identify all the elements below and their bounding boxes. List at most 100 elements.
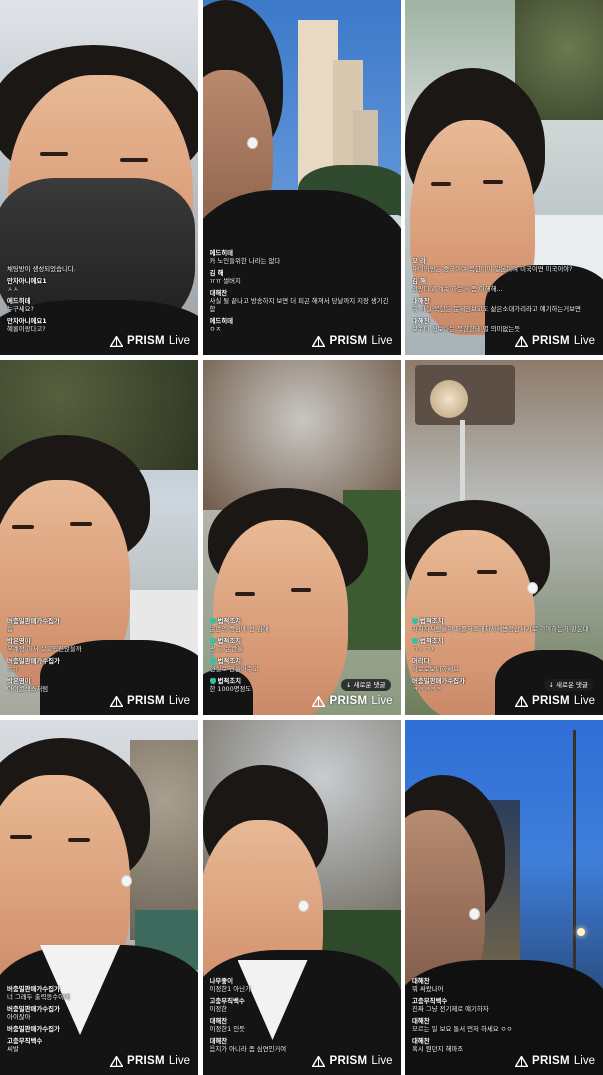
chat-username: 법적조치: [209, 637, 395, 645]
brand-name: PRISM: [126, 695, 165, 707]
new-comments-button[interactable]: ↓ 새로운 댓글: [543, 679, 593, 691]
chat-overlay: 채팅방이 생성되었습니다. 만차아니에요1 ㅅㅅ 에드히데 누구세요? 만차아니…: [7, 265, 192, 333]
chat-username: 대해찬: [412, 1037, 430, 1045]
chat-overlay: 에드히데 카 노인들위한 나라는 없다 김 해 ㅠㅠ 썰버지 대해찬 사실 될 …: [210, 245, 395, 333]
chat-overlay: 버충밀판매가수집가 흠 박은영이 부계정 파서 살고있진않을까 버충밀판매가수집…: [7, 613, 192, 693]
chat-username: 고충무직백수: [7, 1037, 43, 1045]
brand-name: PRISM: [531, 695, 570, 707]
prism-triangle-icon: [109, 335, 123, 347]
prism-live-watermark: PRISM Live: [514, 1055, 595, 1067]
chat-message: 버충밀판매가수집가 ㅠㅠ: [7, 657, 192, 673]
chat-username: 버충밀판매가수집가: [7, 1005, 60, 1013]
prism-live-watermark: PRISM Live: [514, 695, 595, 707]
chat-message: 고충무직백수 진짜 그냥 전기제로 얘기하자: [412, 997, 597, 1013]
arrow-down-icon: ↓: [346, 681, 354, 689]
chat-message: 에드히데 ㅇㅈ: [210, 317, 395, 333]
chat-message: 고충무직백수 이정한: [210, 997, 395, 1013]
chat-message: 대해찬 뭐 사실 북한은 문제인보고도 삶은소대가리라고 얘기하는거보면: [412, 297, 597, 313]
chat-message: 대해찬 혹시 뭔던지 해마조: [412, 1037, 597, 1053]
stream-tile-8[interactable]: 나무좋이 이정한1 아닌가 고충무직백수 이정한 대해찬 이정한1 인듯 대해찬…: [202, 720, 401, 1075]
prism-live-watermark: PRISM Live: [109, 695, 190, 707]
brand-name: PRISM: [329, 1055, 368, 1067]
prism-live-watermark: PRISM Live: [109, 1055, 190, 1067]
prism-triangle-icon: [514, 695, 528, 707]
stream-tile-5[interactable]: 법적조치 논란의 중심에 선 김해 법적조치 광 그 논란들 법적조치 현실로 …: [202, 360, 401, 715]
chat-text: 광 그 논란들: [209, 645, 243, 653]
brand-name: PRISM: [126, 335, 165, 347]
chat-username: 버충밀판매가수집가: [7, 985, 60, 993]
chat-text: 음지가 아니라 좀 심연인거여: [209, 1045, 287, 1053]
chat-text: 보수나 진보나는 북한한테 별 의미없는듯: [412, 325, 521, 333]
chat-text: ㄱㅅㄱㅅ: [412, 645, 436, 653]
chat-message: 고충무직백수 씨발: [7, 1037, 192, 1053]
chat-text: 너 그래두 출력응수이에: [7, 993, 70, 1001]
chat-message: 버충밀판매가수집가: [7, 1025, 192, 1033]
brand-suffix: Live: [371, 695, 393, 707]
chat-text: 혜롱이랑다고?: [7, 325, 46, 333]
chat-message: 법적조치 광 그 논란들: [209, 637, 395, 653]
chat-username: 법적조치: [412, 617, 597, 625]
chat-username: 모 라: [412, 257, 426, 265]
chat-message: 모 라 재미어링은 중국이며 북한이며 일본이며 미국이면 미국이야?: [412, 257, 597, 273]
chat-text: 현실로 만들어주고: [209, 665, 259, 673]
chat-text: 이정한: [209, 1005, 228, 1013]
chat-message: 에드히데 카 노인들위한 나라는 없다: [210, 249, 395, 265]
brand-name: PRISM: [126, 1055, 165, 1067]
new-comments-label: 새로운 댓글: [556, 681, 588, 689]
stream-tile-4[interactable]: 버충밀판매가수집가 흠 박은영이 부계정 파서 살고있진않을까 버충밀판매가수집…: [0, 360, 198, 715]
chat-username: 대해찬: [412, 977, 430, 985]
chat-username: 대해찬: [209, 289, 228, 297]
chat-message: 대해찬 모르는 일 보요 통서 먼저 하세요 ㅇㅇ: [412, 1017, 597, 1033]
chat-overlay: 나무좋이 이정한1 아닌가 고충무직백수 이정한 대해찬 이정한1 인듯 대해찬…: [210, 973, 395, 1053]
chat-username: 에드히데: [7, 297, 31, 305]
prism-live-watermark: PRISM Live: [514, 335, 595, 347]
chat-username: 대해찬: [209, 1017, 228, 1025]
chat-message: 만차아니에요1 혜롱이랑다고?: [7, 317, 192, 333]
brand-name: PRISM: [531, 335, 570, 347]
chat-username-text: 법적조치: [217, 617, 242, 625]
prism-triangle-icon: [109, 1055, 123, 1067]
stream-tile-7[interactable]: 버충밀판매가수집가 너 그래두 출력응수이에 버충밀판매가수집가 아이잖아 버충…: [0, 720, 198, 1075]
chat-message: 대해찬 음지가 아니라 좀 심연인거여: [210, 1037, 395, 1053]
chat-username: 법적조치: [209, 617, 395, 625]
chat-message: 버충밀판매가수집가 아이잖아: [7, 1005, 192, 1021]
chat-message: 버충밀판매가수집가 너 그래두 출력응수이에: [7, 985, 192, 1001]
chat-text: 모르는 일 보요 통서 먼저 하세요 ㅇㅇ: [412, 1025, 513, 1033]
brand-suffix: Live: [573, 695, 595, 707]
chat-message: 대해찬 이정한1 인듯: [210, 1017, 395, 1033]
chat-message: 법적조치 논란의 중심에 선 김해: [209, 617, 395, 633]
chat-username: 법적조치: [412, 637, 597, 645]
prism-triangle-icon: [312, 695, 326, 707]
brand-name: PRISM: [329, 335, 368, 347]
chat-username: 나무좋이: [209, 977, 234, 985]
stream-tile-3[interactable]: 모 라 재미어링은 중국이며 북한이며 일본이며 미국이면 미국이야? 김 해 …: [405, 0, 603, 355]
chat-text: 논란의 중심에 선 김해: [209, 625, 269, 633]
chat-username: 대해찬: [412, 1017, 430, 1025]
new-comments-button[interactable]: ↓ 새로운 댓글: [341, 679, 391, 691]
stream-tile-6[interactable]: 법적조치 지지자사람들이 퍼즐처즈개처사세변정산사기로 가야하는거 같은대 법적…: [405, 360, 603, 715]
stream-tile-2[interactable]: 에드히데 카 노인들위한 나라는 없다 김 해 ㅠㅠ 썰버지 대해찬 사실 될 …: [202, 0, 401, 355]
chat-text: 카 노인들위한 나라는 없다: [209, 257, 281, 265]
chat-username-text: 법적조치: [217, 677, 242, 685]
chat-overlay: 모 라 재미어링은 중국이며 북한이며 일본이며 미국이면 미국이야? 김 해 …: [412, 253, 597, 333]
chat-message: 법적조치 지지자사람들이 퍼즐처즈개처사세변정산사기로 가야하는거 같은대: [412, 617, 597, 633]
chat-username-text: 법적조치: [217, 637, 242, 645]
chat-message: 에드히데 누구세요?: [7, 297, 192, 313]
chat-message: 법적조치 현실로 만들어주고: [209, 657, 395, 673]
chat-username: 대해찬: [412, 317, 430, 325]
prism-triangle-icon: [109, 695, 123, 707]
stream-tile-9[interactable]: 대해찬 뭐 싸왔나어 고충무직백수 진짜 그냥 전기제로 얘기하자 대해찬 모르…: [405, 720, 603, 1075]
chat-message: 만차아니에요1 ㅅㅅ: [7, 277, 192, 293]
brand-suffix: Live: [371, 335, 393, 347]
chat-message: 법적조치 ㄱㅅㄱㅅ: [412, 637, 597, 653]
stream-tile-1[interactable]: 채팅방이 생성되었습니다. 만차아니에요1 ㅅㅅ 에드히데 누구세요? 만차아니…: [0, 0, 198, 355]
prism-live-watermark: PRISM Live: [312, 335, 393, 347]
chat-text: 재미어링은 중국이며 북한이며 일본이며 미국이면 미국이야?: [412, 265, 573, 273]
chat-message: 나무좋이 이정한1 아닌가: [210, 977, 395, 993]
prism-triangle-icon: [514, 335, 528, 347]
chat-text: ㅠㅠ: [7, 665, 19, 673]
shield-icon: [209, 638, 216, 644]
chat-message: 머리다 서로로보니하세요: [412, 657, 597, 673]
new-comments-label: 새로운 댓글: [353, 681, 386, 689]
chat-message: 대해찬 뭐 싸왔나어: [412, 977, 597, 993]
